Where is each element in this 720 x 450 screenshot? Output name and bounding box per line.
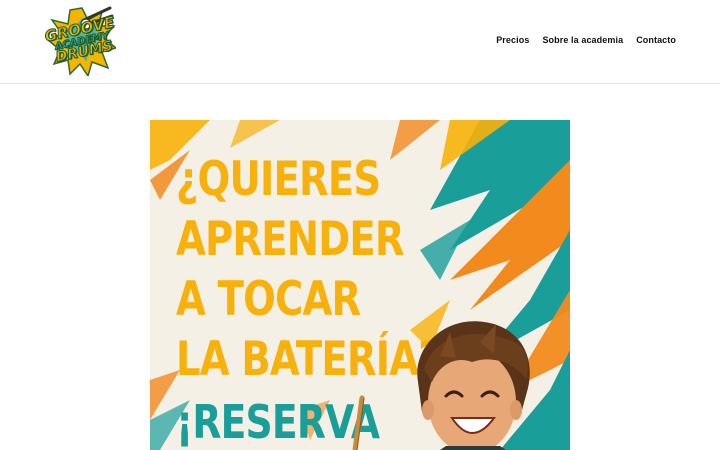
nav-link-precios[interactable]: Precios bbox=[496, 35, 529, 45]
logo-wordmark: GROOVE ACADEMY DRUMS bbox=[41, 0, 122, 82]
groove-academy-drums-logo[interactable]: GROOVE ACADEMY DRUMS bbox=[43, 6, 118, 78]
main-nav: Precios Sobre la academia Contacto bbox=[496, 35, 676, 45]
boy-drummer-illustration bbox=[352, 321, 530, 450]
hero-poster: ¿QUIERES APRENDER A TOCAR LA BATERÍA? ¡R… bbox=[150, 120, 570, 450]
nav-link-sobre-la-academia[interactable]: Sobre la academia bbox=[542, 35, 623, 45]
nav-link-contacto[interactable]: Contacto bbox=[636, 35, 676, 45]
site-header: GROOVE ACADEMY DRUMS Precios Sobre la ac… bbox=[0, 0, 720, 84]
